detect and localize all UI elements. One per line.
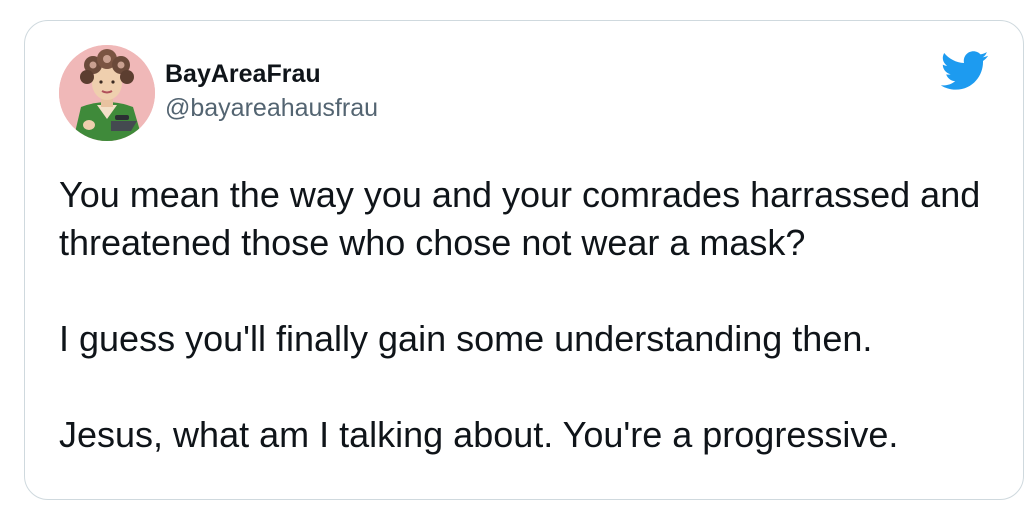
tweet-author: BayAreaFrau @bayareahausfrau bbox=[165, 59, 378, 123]
author-display-name[interactable]: BayAreaFrau bbox=[165, 59, 378, 89]
author-handle[interactable]: @bayareahausfrau bbox=[165, 93, 378, 123]
tweet-paragraph: I guess you'll finally gain some underst… bbox=[59, 318, 873, 359]
avatar-image bbox=[59, 45, 155, 141]
tweet-paragraph: You mean the way you and your comrades h… bbox=[59, 174, 981, 263]
twitter-bird-icon[interactable] bbox=[940, 51, 989, 91]
tweet-paragraph: Jesus, what am I talking about. You're a… bbox=[59, 414, 899, 455]
avatar[interactable] bbox=[59, 45, 155, 141]
tweet-card[interactable]: BayAreaFrau @bayareahausfrau You mean th… bbox=[24, 20, 1024, 500]
tweet-text: You mean the way you and your comrades h… bbox=[59, 171, 1009, 507]
